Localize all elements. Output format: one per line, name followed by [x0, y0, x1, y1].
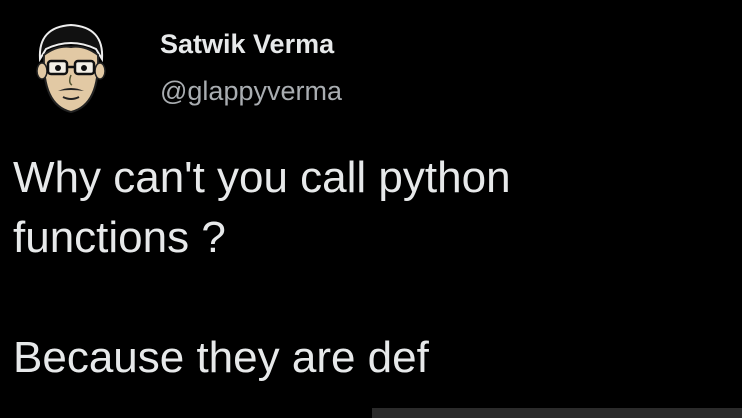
- tweet-punchline: Because they are def: [13, 333, 429, 382]
- tweet-text-line: functions ?: [13, 213, 226, 262]
- user-handle[interactable]: @glappyverma: [160, 75, 342, 107]
- tweet-text: Why can't you call python functions ? Be…: [13, 148, 728, 388]
- tweet-card: Satwik Verma @glappyverma Why can't you …: [0, 0, 742, 418]
- display-name[interactable]: Satwik Verma: [160, 28, 342, 60]
- avatar[interactable]: [30, 17, 112, 117]
- tweet-text-line: Why can't you call python: [13, 153, 511, 202]
- divider: [372, 408, 742, 418]
- cartoon-face-avatar-icon: [36, 23, 106, 114]
- tweet-author: Satwik Verma @glappyverma: [160, 28, 342, 107]
